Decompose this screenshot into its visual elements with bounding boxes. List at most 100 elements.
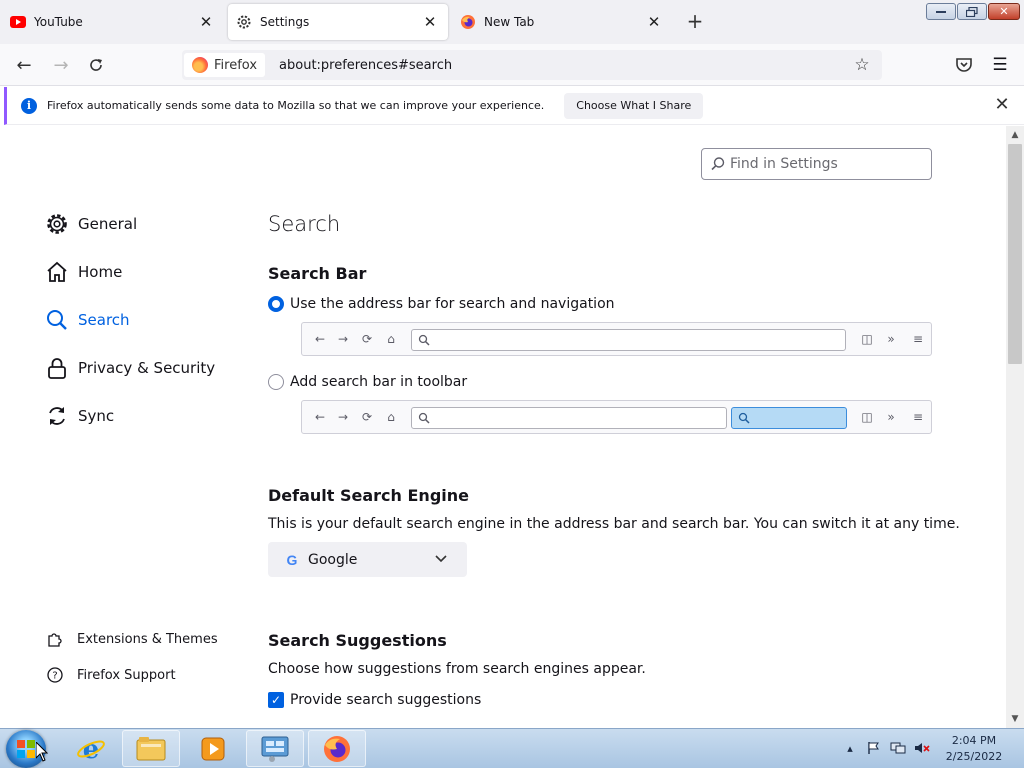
windows-taskbar: e ▴ 2:04 PM 2/25/2022	[0, 728, 1024, 768]
url-text[interactable]: about:preferences#search	[279, 58, 850, 73]
gear-icon	[44, 211, 70, 237]
sidebar-item-privacy[interactable]: Privacy & Security	[44, 352, 215, 384]
network-icon[interactable]	[890, 741, 906, 757]
youtube-icon	[10, 14, 26, 30]
preview-address-field	[411, 407, 727, 429]
puzzle-icon	[46, 630, 64, 648]
default-search-engine-heading: Default Search Engine	[268, 486, 469, 505]
reload-icon: ⟳	[361, 332, 373, 346]
firefox-taskbar-icon[interactable]	[308, 730, 366, 767]
close-tab-icon[interactable]: ✕	[196, 12, 216, 32]
firefox-support-link[interactable]: ? Firefox Support	[46, 665, 176, 685]
media-player-taskbar-icon[interactable]	[184, 730, 242, 767]
mouse-pointer-icon	[36, 742, 48, 762]
identity-box[interactable]: Firefox	[184, 53, 266, 77]
sync-icon	[44, 403, 70, 429]
back-arrow-icon[interactable]: ←	[10, 52, 38, 78]
settings-page: General Home Search Privacy & Security S…	[0, 126, 1006, 728]
sidebar-item-label: Search	[78, 311, 130, 329]
overflow-chevron-icon: »	[887, 410, 895, 424]
clock-date: 2/25/2022	[945, 750, 1003, 763]
window-close-button[interactable]: ✕	[988, 3, 1020, 20]
search-input[interactable]	[730, 156, 920, 172]
control-panel-taskbar-icon[interactable]	[246, 730, 304, 767]
find-in-settings-field[interactable]	[701, 148, 932, 180]
tab-label: New Tab	[484, 15, 535, 29]
radio-label: Add search bar in toolbar	[290, 374, 468, 390]
firefox-icon	[192, 57, 208, 73]
home-icon: ⌂	[387, 332, 395, 346]
checkbox-label: Provide search suggestions	[290, 692, 482, 708]
address-bar-radio-option[interactable]: Use the address bar for search and navig…	[268, 296, 615, 312]
forward-arrow-icon: →	[337, 332, 349, 346]
tab-label: YouTube	[34, 15, 83, 29]
reload-icon[interactable]	[82, 52, 110, 78]
lock-icon	[44, 355, 70, 381]
tab-youtube[interactable]: YouTube ✕	[2, 4, 224, 40]
radio-button[interactable]	[268, 374, 284, 390]
engine-selected-label: Google	[308, 551, 358, 568]
search-icon	[418, 334, 430, 346]
hamburger-menu-icon: ≡	[912, 332, 924, 346]
svg-text:e: e	[83, 735, 100, 764]
default-engine-dropdown[interactable]: G Google	[268, 542, 467, 577]
hamburger-menu-icon[interactable]: ☰	[990, 55, 1010, 75]
windows-logo-icon	[17, 740, 35, 758]
search-icon	[710, 156, 726, 172]
tab-settings[interactable]: Settings ✕	[228, 4, 448, 40]
show-hidden-icons-arrow-icon[interactable]: ▴	[842, 741, 858, 757]
navigation-toolbar: ← → Firefox about:preferences#search ☆ ☰	[0, 44, 1024, 86]
notification-bar: i Firefox automatically sends some data …	[4, 87, 1024, 125]
choose-what-i-share-button[interactable]: Choose What I Share	[564, 92, 704, 119]
internet-explorer-taskbar-icon[interactable]: e	[62, 730, 120, 767]
hamburger-menu-icon: ≡	[912, 410, 924, 424]
action-center-flag-icon[interactable]	[866, 741, 882, 757]
back-arrow-icon: ←	[314, 332, 326, 346]
toolbar-preview-address: ← → ⟳ ⌂ ◫ » ≡	[301, 322, 932, 356]
window-minimize-button[interactable]	[926, 3, 956, 20]
provide-suggestions-checkbox-row[interactable]: ✓ Provide search suggestions	[268, 692, 481, 708]
sidebar-item-label: Home	[78, 263, 123, 281]
svg-text:?: ?	[52, 671, 57, 682]
tab-label: Settings	[260, 15, 310, 29]
address-bar[interactable]: Firefox about:preferences#search ☆	[182, 50, 882, 80]
home-icon	[44, 259, 70, 285]
toolbar-preview-searchbar: ← → ⟳ ⌂ ◫ » ≡	[301, 400, 932, 434]
sidebar-item-sync[interactable]: Sync	[44, 400, 114, 432]
checkbox-checked[interactable]: ✓	[268, 692, 284, 708]
close-tab-icon[interactable]: ✕	[644, 12, 664, 32]
pocket-icon[interactable]	[954, 55, 974, 75]
search-bar-heading: Search Bar	[268, 264, 367, 283]
scroll-thumb[interactable]	[1008, 144, 1022, 364]
forward-arrow-icon[interactable]: →	[47, 52, 75, 78]
sidebar-item-search[interactable]: Search	[44, 304, 130, 336]
tab-new-tab[interactable]: New Tab ✕	[452, 4, 672, 40]
toolbar-search-radio-option[interactable]: Add search bar in toolbar	[268, 374, 467, 390]
sidebar-item-general[interactable]: General	[44, 208, 137, 240]
search-icon	[418, 412, 430, 424]
scroll-up-arrow-icon[interactable]: ▲	[1006, 126, 1024, 144]
info-icon: i	[21, 97, 37, 114]
scroll-down-arrow-icon[interactable]: ▼	[1006, 710, 1024, 728]
identity-label: Firefox	[214, 57, 258, 73]
new-tab-plus-icon[interactable]: +	[684, 11, 706, 33]
preview-search-field	[731, 407, 847, 429]
window-restore-button[interactable]	[957, 3, 987, 20]
search-suggestions-description: Choose how suggestions from search engin…	[268, 661, 646, 677]
taskbar-clock[interactable]: 2:04 PM 2/25/2022	[940, 733, 1008, 765]
close-icon[interactable]: ✕	[992, 95, 1012, 115]
footer-link-label: Firefox Support	[77, 667, 176, 683]
footer-link-label: Extensions & Themes	[77, 631, 218, 647]
vertical-scrollbar[interactable]: ▲ ▼	[1006, 126, 1024, 728]
extensions-themes-link[interactable]: Extensions & Themes	[46, 629, 218, 649]
bookmark-star-icon[interactable]: ☆	[850, 55, 874, 75]
clock-time: 2:04 PM	[951, 734, 997, 747]
help-icon: ?	[46, 666, 64, 684]
close-tab-icon[interactable]: ✕	[420, 12, 440, 32]
file-explorer-taskbar-icon[interactable]	[122, 730, 180, 767]
search-icon	[738, 412, 750, 424]
sidebar-item-home[interactable]: Home	[44, 256, 122, 288]
radio-button[interactable]	[268, 296, 284, 312]
search-icon	[44, 307, 70, 333]
volume-muted-icon[interactable]	[914, 741, 930, 757]
